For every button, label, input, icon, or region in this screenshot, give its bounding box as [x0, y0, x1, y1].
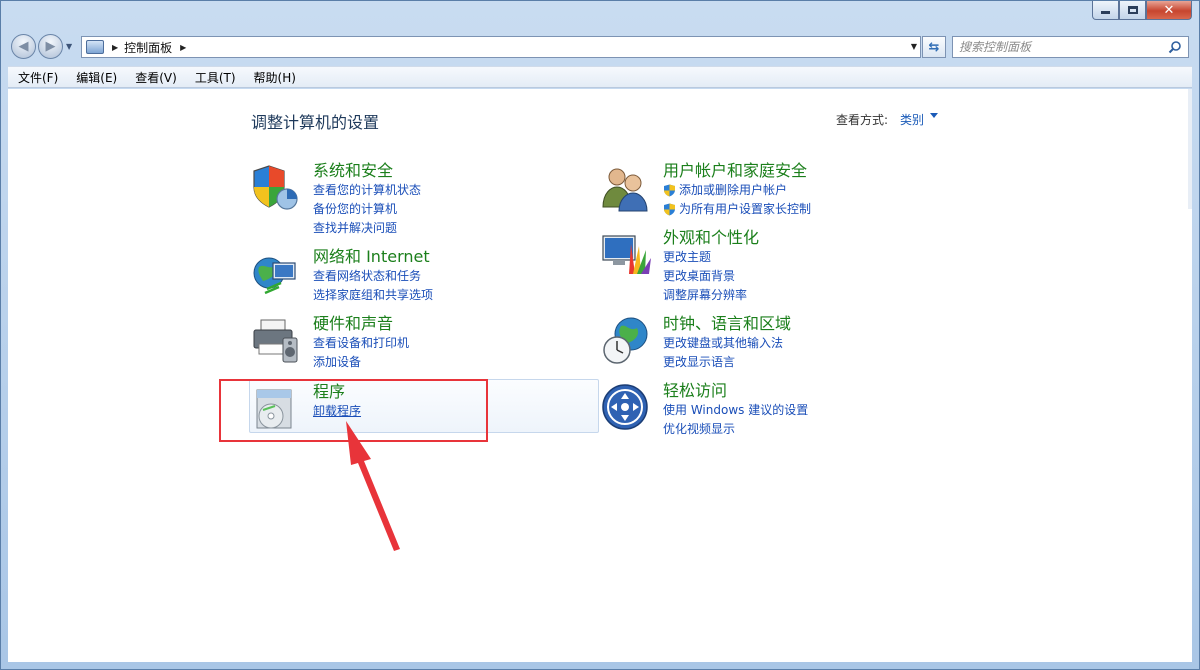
link-change-display-language[interactable]: 更改显示语言	[663, 353, 791, 372]
breadcrumb-control-panel[interactable]: 控制面板	[124, 39, 172, 56]
minimize-button[interactable]	[1092, 1, 1119, 20]
control-panel-window: ✕ ◀ ▶ ▼ ▶ 控制面板 ▶ ▼ ⇆ 文件(F) 编辑(E) 查看(V) 工…	[0, 0, 1200, 670]
close-button[interactable]: ✕	[1146, 1, 1192, 20]
category-body: 外观和个性化 更改主题 更改桌面背景 调整屏幕分辨率	[663, 228, 759, 305]
address-dropdown-icon[interactable]: ▼	[911, 42, 917, 51]
menu-help[interactable]: 帮助(H)	[244, 69, 304, 86]
ease-of-access-icon	[602, 384, 648, 430]
menu-file[interactable]: 文件(F)	[8, 69, 66, 86]
back-button[interactable]: ◀	[11, 34, 36, 59]
link-view-devices-printers[interactable]: 查看设备和打印机	[313, 334, 409, 353]
link-parental-controls[interactable]: 为所有用户设置家长控制	[663, 200, 811, 219]
category-body: 硬件和声音 查看设备和打印机 添加设备	[313, 314, 409, 372]
recent-pages-dropdown-icon[interactable]: ▼	[66, 42, 72, 51]
category-title[interactable]: 网络和 Internet	[313, 247, 433, 267]
link-optimize-visual-display[interactable]: 优化视频显示	[663, 420, 808, 439]
search-input[interactable]	[953, 38, 1153, 56]
category-title[interactable]: 外观和个性化	[663, 228, 759, 248]
link-adjust-resolution[interactable]: 调整屏幕分辨率	[663, 286, 759, 305]
forward-button[interactable]: ▶	[38, 34, 63, 59]
link-change-desktop-background[interactable]: 更改桌面背景	[663, 267, 759, 286]
users-icon	[602, 168, 648, 212]
refresh-icon: ⇆	[928, 39, 940, 55]
printer-speaker-icon	[253, 319, 298, 363]
maximize-icon	[1127, 6, 1138, 14]
maximize-button[interactable]	[1119, 1, 1146, 20]
view-by-chevron-down-icon[interactable]	[930, 113, 938, 118]
link-add-device[interactable]: 添加设备	[313, 353, 409, 372]
shield-icon	[253, 165, 298, 210]
search-box	[952, 36, 1189, 58]
uac-shield-icon	[664, 184, 675, 197]
caption-buttons: ✕	[1092, 1, 1192, 20]
menu-tools[interactable]: 工具(T)	[185, 69, 244, 86]
control-panel-icon	[86, 40, 104, 54]
refresh-button[interactable]: ⇆	[922, 36, 946, 58]
category-body: 用户帐户和家庭安全 添加或删除用户帐户 为所有用户设置家长控制	[663, 161, 811, 219]
category-body: 时钟、语言和区域 更改键盘或其他输入法 更改显示语言	[663, 314, 791, 372]
menu-view[interactable]: 查看(V)	[125, 69, 185, 86]
menu-bar: 文件(F) 编辑(E) 查看(V) 工具(T) 帮助(H)	[8, 66, 1192, 88]
monitor-palette-icon	[602, 235, 651, 274]
category-title[interactable]: 轻松访问	[663, 381, 808, 401]
link-homegroup-sharing[interactable]: 选择家庭组和共享选项	[313, 286, 433, 305]
link-windows-recommended-settings[interactable]: 使用 Windows 建议的设置	[663, 401, 808, 420]
navigation-bar: ◀ ▶ ▼ ▶ 控制面板 ▶ ▼ ⇆	[7, 31, 1193, 61]
link-add-remove-user[interactable]: 添加或删除用户帐户	[663, 181, 811, 200]
category-title[interactable]: 时钟、语言和区域	[663, 314, 791, 334]
category-body: 轻松访问 使用 Windows 建议的设置 优化视频显示	[663, 381, 808, 439]
view-by-label: 查看方式:	[836, 113, 889, 127]
link-view-computer-status[interactable]: 查看您的计算机状态	[313, 181, 421, 200]
breadcrumb-separator-icon[interactable]: ▶	[112, 43, 118, 52]
link-find-fix-problems[interactable]: 查找并解决问题	[313, 219, 421, 238]
address-bar[interactable]: ▶ 控制面板 ▶ ▼	[81, 36, 921, 58]
page-title: 调整计算机的设置	[251, 113, 380, 132]
category-body: 系统和安全 查看您的计算机状态 备份您的计算机 查找并解决问题	[313, 161, 421, 238]
content-area: 调整计算机的设置 查看方式: 类别 系统和安全 查看您的计算机状态 备份您的计算…	[8, 89, 1192, 662]
forward-arrow-icon: ▶	[45, 39, 56, 54]
annotation-arrow-icon	[346, 421, 400, 551]
category-body: 网络和 Internet 查看网络状态和任务 选择家庭组和共享选项	[313, 247, 433, 305]
category-title[interactable]: 系统和安全	[313, 161, 421, 181]
close-icon: ✕	[1163, 2, 1175, 18]
network-globe-icon	[253, 257, 296, 295]
link-change-input-method[interactable]: 更改键盘或其他输入法	[663, 334, 791, 353]
uac-shield-icon	[664, 203, 675, 216]
link-view-network-status[interactable]: 查看网络状态和任务	[313, 267, 433, 286]
link-backup-computer[interactable]: 备份您的计算机	[313, 200, 421, 219]
link-change-theme[interactable]: 更改主题	[663, 248, 759, 267]
menu-edit[interactable]: 编辑(E)	[66, 69, 125, 86]
category-title[interactable]: 用户帐户和家庭安全	[663, 161, 811, 181]
back-arrow-icon: ◀	[18, 39, 29, 54]
view-by-dropdown[interactable]: 类别	[900, 111, 924, 128]
breadcrumb-separator-icon[interactable]: ▶	[180, 43, 186, 52]
scrollbar[interactable]	[1188, 89, 1192, 209]
clock-globe-icon	[603, 317, 648, 364]
minimize-icon	[1101, 11, 1110, 14]
search-icon[interactable]	[1168, 40, 1182, 54]
category-title[interactable]: 硬件和声音	[313, 314, 409, 334]
